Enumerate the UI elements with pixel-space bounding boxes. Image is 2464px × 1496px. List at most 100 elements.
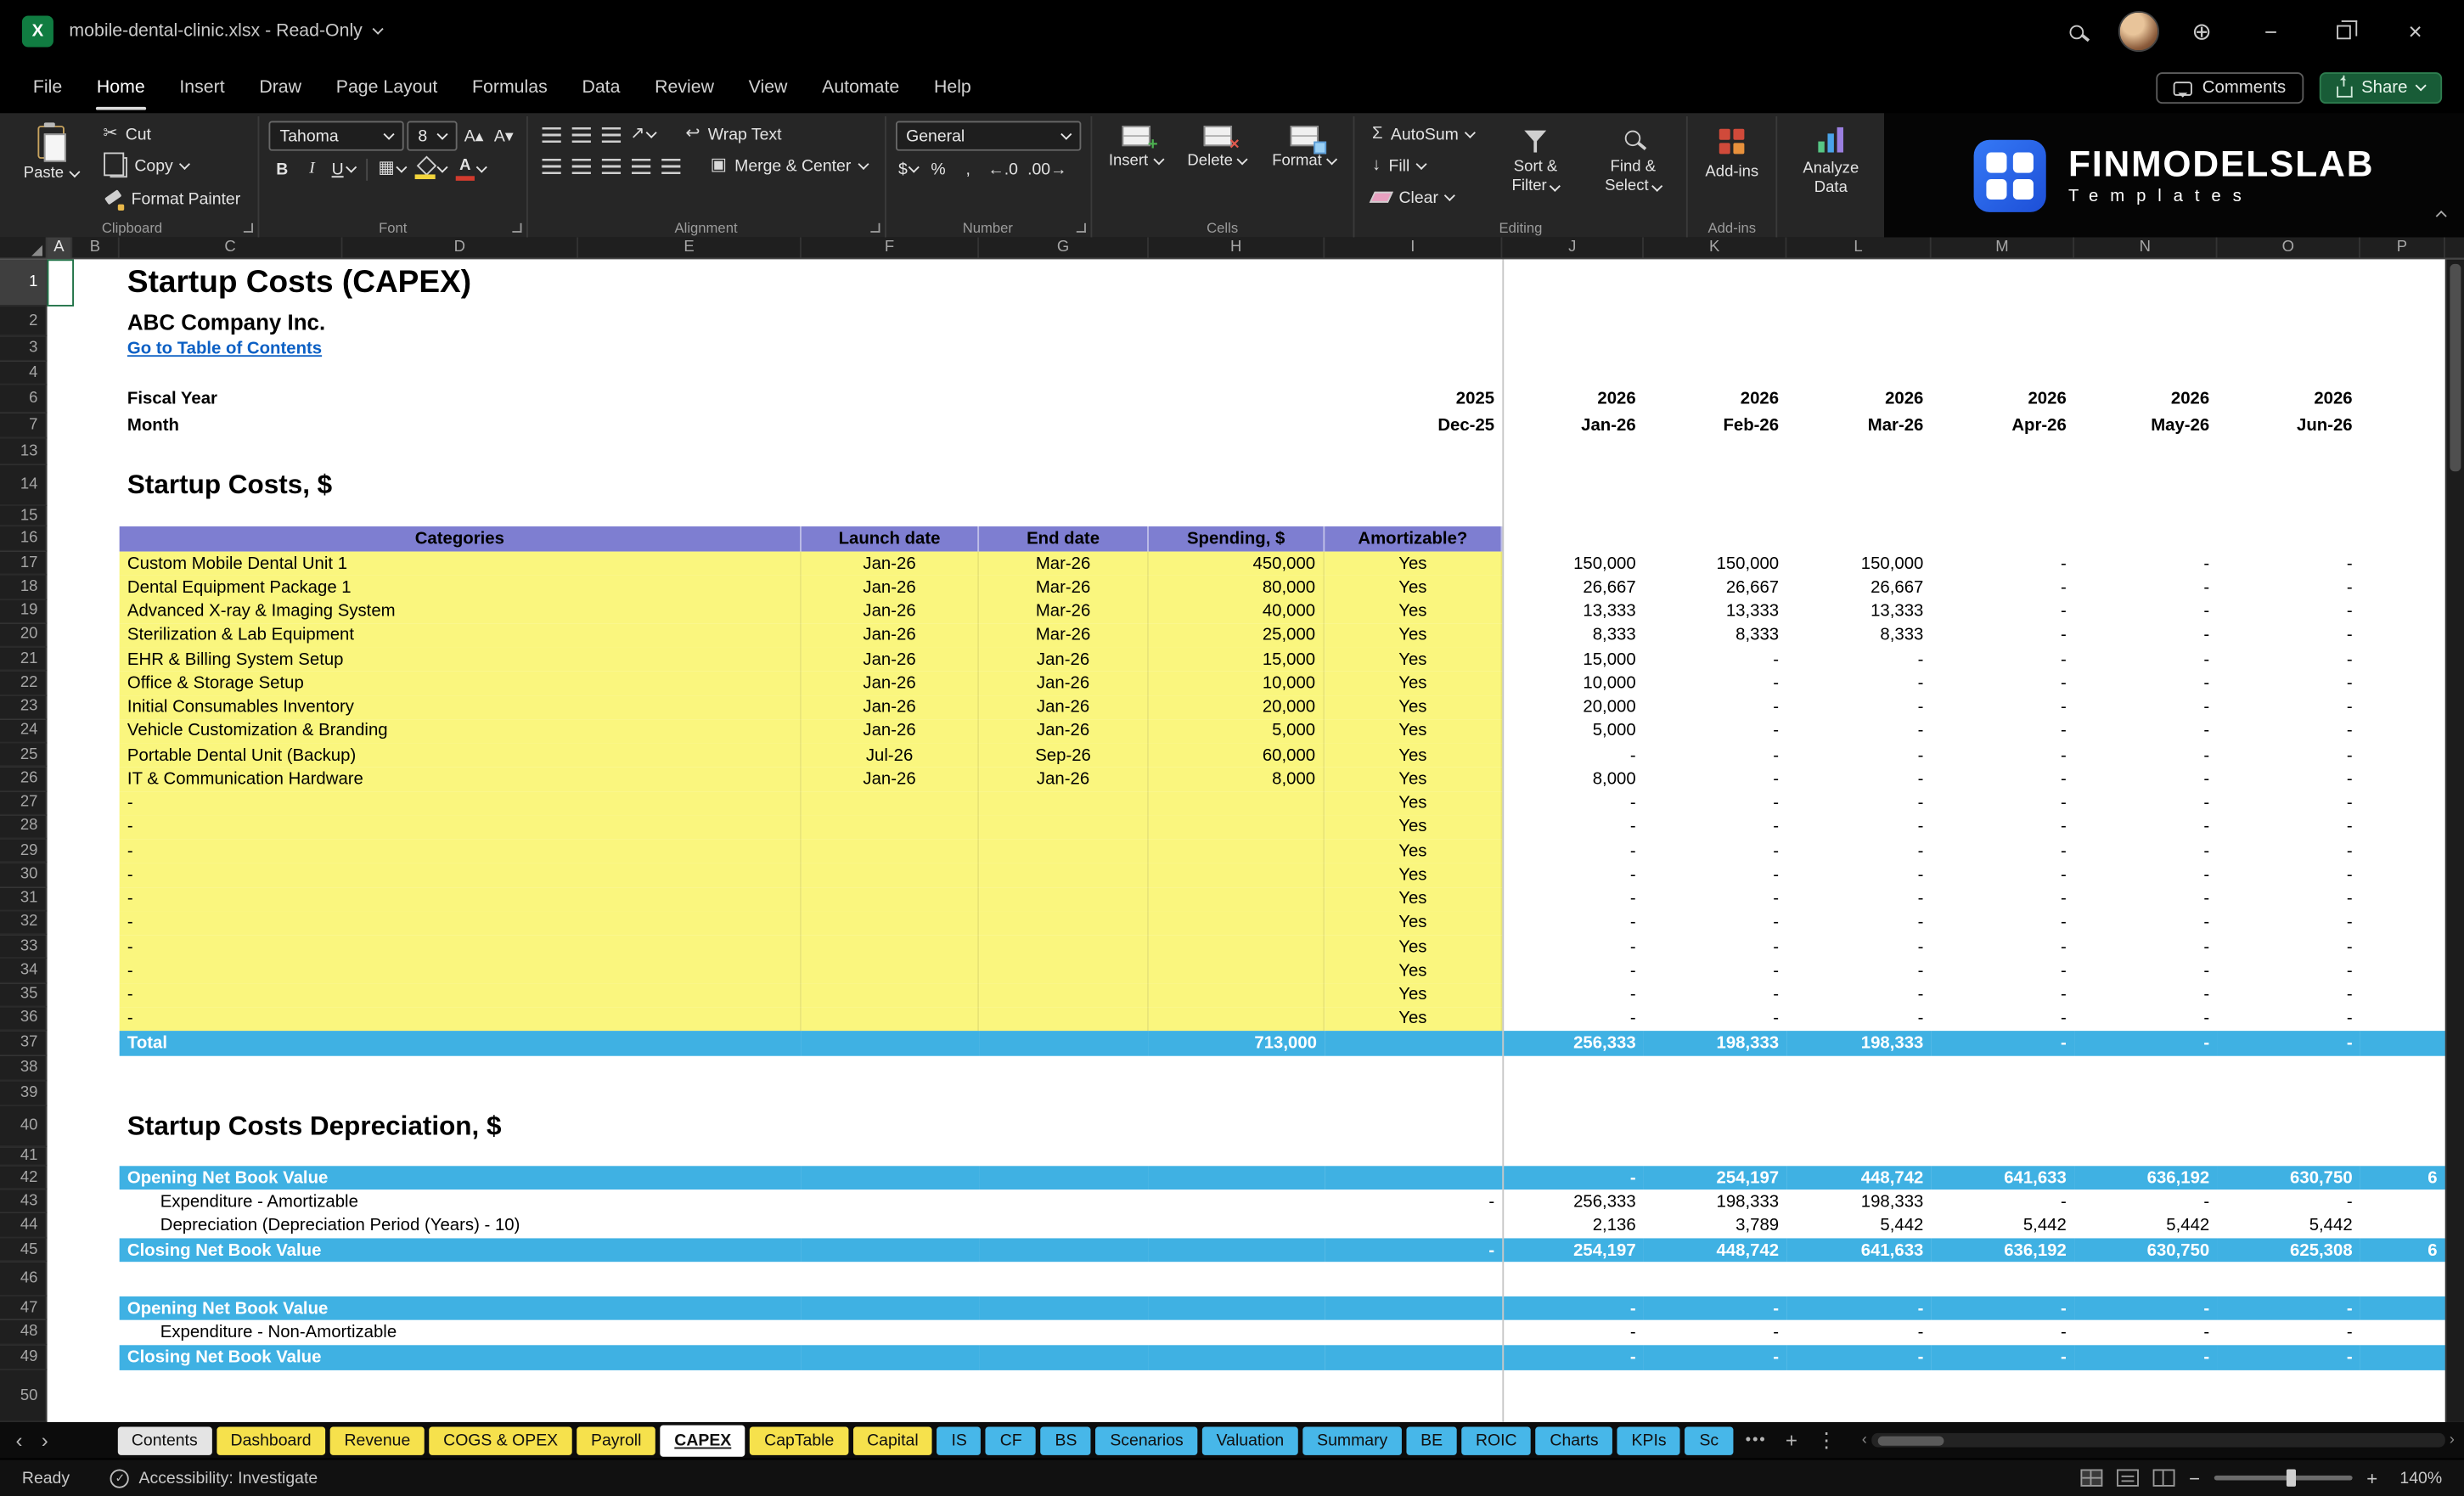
cell-P35[interactable] — [2360, 983, 2445, 1007]
cell-O26[interactable]: - — [2217, 768, 2360, 791]
cell-B22[interactable] — [72, 672, 120, 695]
cell-K24[interactable]: - — [1644, 719, 1786, 743]
network-status-button[interactable]: ⊕ — [2178, 8, 2225, 55]
row-header-40[interactable]: 40 — [0, 1106, 48, 1147]
cell-I36[interactable]: Yes — [1325, 1007, 1502, 1031]
tabs-scroll-right-button[interactable]: › — [35, 1428, 54, 1452]
cell-A25[interactable] — [48, 743, 73, 767]
row-header-36[interactable]: 36 — [0, 1007, 48, 1031]
cell-L14[interactable] — [1786, 465, 1931, 506]
cell-L30[interactable]: - — [1786, 863, 1931, 887]
cell-F1[interactable] — [802, 259, 979, 307]
cell-H43[interactable] — [1149, 1189, 1325, 1213]
cell-G37[interactable] — [979, 1031, 1149, 1056]
cell-B40[interactable] — [72, 1106, 120, 1147]
cell-O47[interactable]: - — [2217, 1296, 2360, 1320]
cell-M22[interactable]: - — [1932, 672, 2074, 695]
cell-L36[interactable]: - — [1786, 1007, 1931, 1031]
cell-B43[interactable] — [72, 1189, 120, 1213]
cell-J20[interactable]: 8,333 — [1502, 623, 1644, 647]
cell-B25[interactable] — [72, 743, 120, 767]
row-header-24[interactable]: 24 — [0, 719, 48, 743]
cell-I31[interactable]: Yes — [1325, 887, 1502, 911]
cell-J4[interactable] — [1502, 362, 1644, 385]
cell-I43[interactable]: - — [1325, 1189, 1502, 1213]
sheet-tab-bs[interactable]: BS — [1041, 1426, 1091, 1454]
cell-A27[interactable] — [48, 791, 73, 815]
menu-tab-draw[interactable]: Draw — [242, 63, 318, 113]
cell-I13[interactable] — [1325, 438, 1502, 464]
menu-tab-insert[interactable]: Insert — [162, 63, 242, 113]
cell-M45[interactable]: 636,192 — [1932, 1238, 2074, 1262]
font-dialog-launcher[interactable] — [512, 223, 521, 233]
cell-G14[interactable] — [979, 465, 1149, 506]
cell-P30[interactable] — [2360, 863, 2445, 887]
cell-I7[interactable]: Dec-25 — [1325, 413, 1502, 439]
cell-K48[interactable]: - — [1644, 1320, 1786, 1346]
cell-I48[interactable] — [1325, 1320, 1502, 1346]
valign-bottom-button[interactable] — [597, 121, 623, 148]
cell-M2[interactable] — [1932, 307, 2074, 336]
cell-N42[interactable]: 636,192 — [2074, 1166, 2217, 1189]
cell-C45[interactable]: Closing Net Book Value — [120, 1238, 802, 1262]
cell-K39[interactable] — [1644, 1081, 1786, 1106]
sheet-tab-cogs-opex[interactable]: COGS & OPEX — [429, 1426, 571, 1454]
cell-M40[interactable] — [1932, 1106, 2074, 1147]
cell-G1[interactable] — [979, 259, 1149, 307]
cell-H17[interactable]: 450,000 — [1149, 552, 1325, 576]
cell-C36[interactable]: - — [120, 1007, 802, 1031]
cell-O18[interactable]: - — [2217, 576, 2360, 599]
cell-P46[interactable] — [2360, 1262, 2445, 1296]
cell-O37[interactable]: - — [2217, 1031, 2360, 1056]
cell-B33[interactable] — [72, 935, 120, 959]
cell-G43[interactable] — [979, 1189, 1149, 1213]
cell-P2[interactable] — [2360, 307, 2445, 336]
cell-N20[interactable]: - — [2074, 623, 2217, 647]
cell-N1[interactable] — [2074, 259, 2217, 307]
cell-I40[interactable] — [1325, 1106, 1502, 1147]
cell-K45[interactable]: 448,742 — [1644, 1238, 1786, 1262]
cell-M4[interactable] — [1932, 362, 2074, 385]
cell-C14[interactable]: Startup Costs, $ — [120, 465, 802, 506]
cell-C46[interactable] — [120, 1262, 343, 1296]
cell-I4[interactable] — [1325, 362, 1502, 385]
cell-P47[interactable] — [2360, 1296, 2445, 1320]
analyze-data-button[interactable]: Analyze Data — [1787, 121, 1876, 201]
row-header-18[interactable]: 18 — [0, 576, 48, 599]
cell-C30[interactable]: - — [120, 863, 802, 887]
cell-G34[interactable] — [979, 959, 1149, 982]
cell-G28[interactable] — [979, 815, 1149, 839]
cell-L50[interactable] — [1786, 1370, 1931, 1422]
cell-F33[interactable] — [802, 935, 979, 959]
cell-K4[interactable] — [1644, 362, 1786, 385]
cell-N40[interactable] — [2074, 1106, 2217, 1147]
cell-A49[interactable] — [48, 1345, 73, 1370]
cell-M47[interactable]: - — [1932, 1296, 2074, 1320]
cell-K46[interactable] — [1644, 1262, 1786, 1296]
cell-N26[interactable]: - — [2074, 768, 2217, 791]
cell-H1[interactable] — [1149, 259, 1325, 307]
cell-F26[interactable]: Jan-26 — [802, 768, 979, 791]
cell-C2[interactable]: ABC Company Inc. — [120, 307, 802, 336]
cell-K40[interactable] — [1644, 1106, 1786, 1147]
cell-H20[interactable]: 25,000 — [1149, 623, 1325, 647]
restore-button[interactable] — [2316, 8, 2370, 55]
cell-B26[interactable] — [72, 768, 120, 791]
cell-P6[interactable] — [2360, 385, 2445, 413]
cell-F43[interactable] — [802, 1189, 979, 1213]
cell-B17[interactable] — [72, 552, 120, 576]
cell-H22[interactable]: 10,000 — [1149, 672, 1325, 695]
cell-F28[interactable] — [802, 815, 979, 839]
cell-M48[interactable]: - — [1932, 1320, 2074, 1346]
cell-O48[interactable]: - — [2217, 1320, 2360, 1346]
cell-M27[interactable]: - — [1932, 791, 2074, 815]
cell-O40[interactable] — [2217, 1106, 2360, 1147]
cell-G17[interactable]: Mar-26 — [979, 552, 1149, 576]
row-header-19[interactable]: 19 — [0, 599, 48, 623]
sheet-tab-payroll[interactable]: Payroll — [577, 1426, 655, 1454]
cell-O22[interactable]: - — [2217, 672, 2360, 695]
cell-P18[interactable] — [2360, 576, 2445, 599]
column-header-H[interactable]: H — [1149, 237, 1325, 257]
cell-K31[interactable]: - — [1644, 887, 1786, 911]
cell-I29[interactable]: Yes — [1325, 839, 1502, 863]
